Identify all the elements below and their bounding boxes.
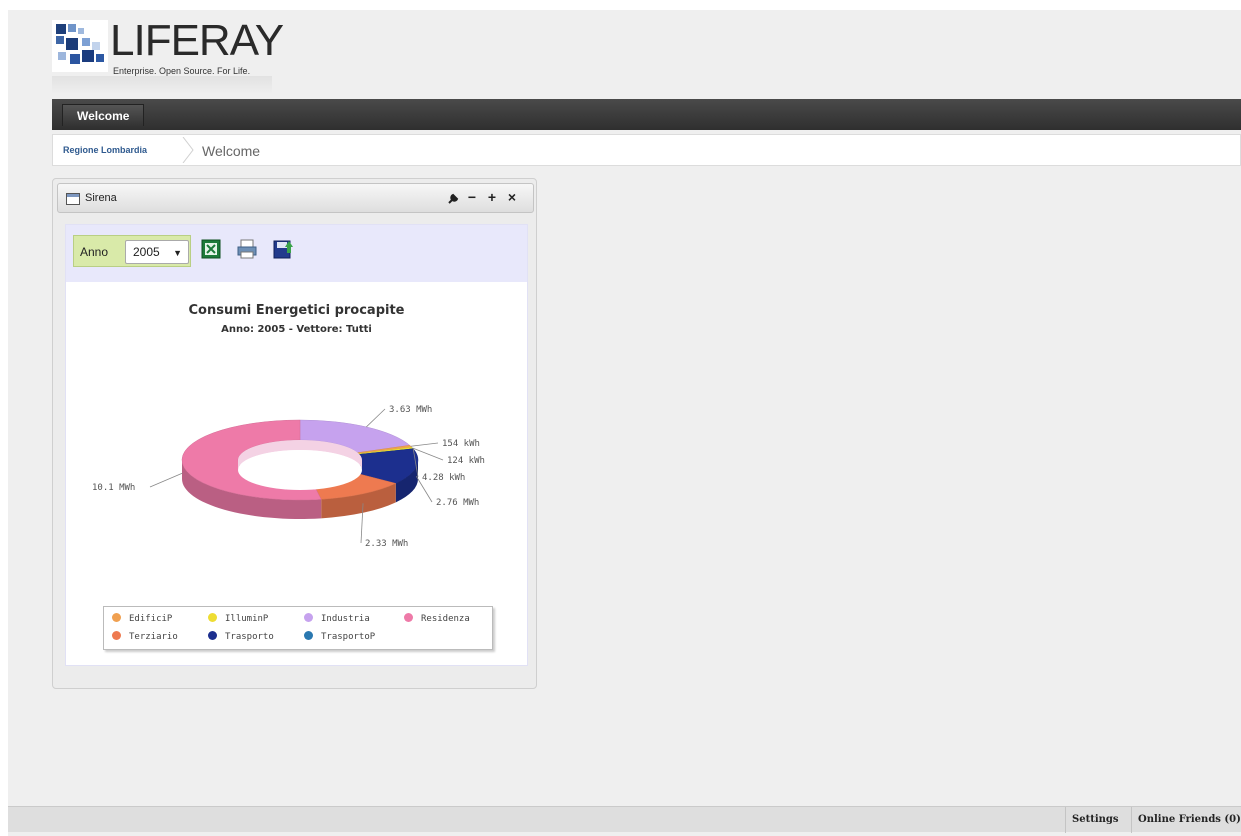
minimize-button[interactable]: − <box>465 189 479 205</box>
breadcrumb-separator-icon <box>182 137 194 163</box>
nav-tab-welcome[interactable]: Welcome <box>62 104 145 126</box>
chart-toolbar: Anno 2005 ▼ <box>66 225 527 282</box>
legend-swatch-icon <box>112 631 121 640</box>
data-label-residenza: 10.1 MWh <box>92 483 135 493</box>
legend-swatch-icon <box>112 613 121 622</box>
logo-wordmark: LIFERAY <box>110 16 284 65</box>
legend-label: Residenza <box>421 614 470 624</box>
excel-export-icon[interactable] <box>200 238 222 260</box>
portlet-sirena: Sirena − + × Anno 2005 ▼ Consumi Energet… <box>52 178 537 689</box>
legend-item-edificip: EdificiP <box>112 613 172 624</box>
legend-item-trasporto: Trasporto <box>208 631 274 642</box>
breadcrumb-current: Welcome <box>202 143 261 159</box>
legend-item-terziario: Terziario <box>112 631 178 642</box>
save-icon[interactable] <box>272 238 294 260</box>
year-label: Anno <box>80 245 109 259</box>
leader-line-edificip <box>410 442 439 447</box>
legend-swatch-icon <box>208 613 217 622</box>
portlet-title: Sirena <box>85 192 117 204</box>
print-icon[interactable] <box>236 238 258 260</box>
settings-button[interactable]: Settings <box>1065 807 1125 833</box>
data-label-trasportop: 4.28 kWh <box>422 473 465 483</box>
donut-slices: 3.63 MWh 154 kWh 124 kWh 4.28 kWh 2.76 MWh 2.… <box>92 405 485 549</box>
wrench-icon[interactable] <box>447 189 461 207</box>
close-button[interactable]: × <box>505 189 519 205</box>
maximize-button[interactable]: + <box>485 189 499 205</box>
chart-area: Consumi Energetici procapite Anno: 2005 … <box>66 282 527 665</box>
year-select-value: 2005 <box>133 245 160 259</box>
year-filter: Anno 2005 ▼ <box>73 235 191 267</box>
legend-item-industria: Industria <box>304 613 370 624</box>
legend-label: Industria <box>321 614 370 624</box>
logo-tagline: Enterprise. Open Source. For Life. <box>113 66 251 76</box>
window-icon <box>66 193 80 205</box>
data-label-trasporto: 2.76 MWh <box>436 498 479 508</box>
liferay-logo[interactable]: LIFERAY Enterprise. Open Source. For Lif… <box>52 16 284 98</box>
legend-swatch-icon <box>304 631 313 640</box>
data-label-edificip: 154 kWh <box>442 439 480 449</box>
main-navigation: Welcome <box>52 99 1241 130</box>
legend-label: TrasportoP <box>321 632 376 642</box>
data-label-illuminp: 124 kWh <box>447 456 485 466</box>
legend-label: IlluminP <box>225 614 269 624</box>
data-label-terziario: 2.33 MWh <box>365 539 408 549</box>
legend-label: Trasporto <box>225 632 274 642</box>
legend-item-residenza: Residenza <box>404 613 470 624</box>
leader-line-residenza <box>149 472 183 488</box>
legend-item-trasportop: TrasportoP <box>304 631 375 642</box>
legend-swatch-icon <box>404 613 413 622</box>
legend-label: Terziario <box>129 632 178 642</box>
logo-reflection <box>52 76 272 94</box>
chart-legend: EdificiP IlluminP Industria Residenza Terzia… <box>103 606 493 650</box>
legend-item-illuminp: IlluminP <box>208 613 268 624</box>
legend-label: EdificiP <box>129 614 173 624</box>
donut-hole <box>238 450 362 490</box>
breadcrumb-root-link[interactable]: Regione Lombardia <box>63 145 147 155</box>
bottom-dock: Settings Online Friends (0) <box>8 806 1241 833</box>
logo-mosaic-icon <box>52 20 108 72</box>
legend-swatch-icon <box>304 613 313 622</box>
online-friends-button[interactable]: Online Friends (0) <box>1131 807 1241 833</box>
chevron-down-icon: ▼ <box>173 248 182 258</box>
legend-swatch-icon <box>208 631 217 640</box>
leader-line-industria <box>366 408 386 428</box>
data-label-industria: 3.63 MWh <box>389 405 432 415</box>
portlet-content: Anno 2005 ▼ Consumi Energetici procapite… <box>65 224 528 666</box>
portlet-titlebar[interactable]: Sirena − + × <box>57 183 534 213</box>
year-select[interactable]: 2005 ▼ <box>125 240 189 264</box>
breadcrumb: Regione Lombardia Welcome <box>52 134 1241 166</box>
